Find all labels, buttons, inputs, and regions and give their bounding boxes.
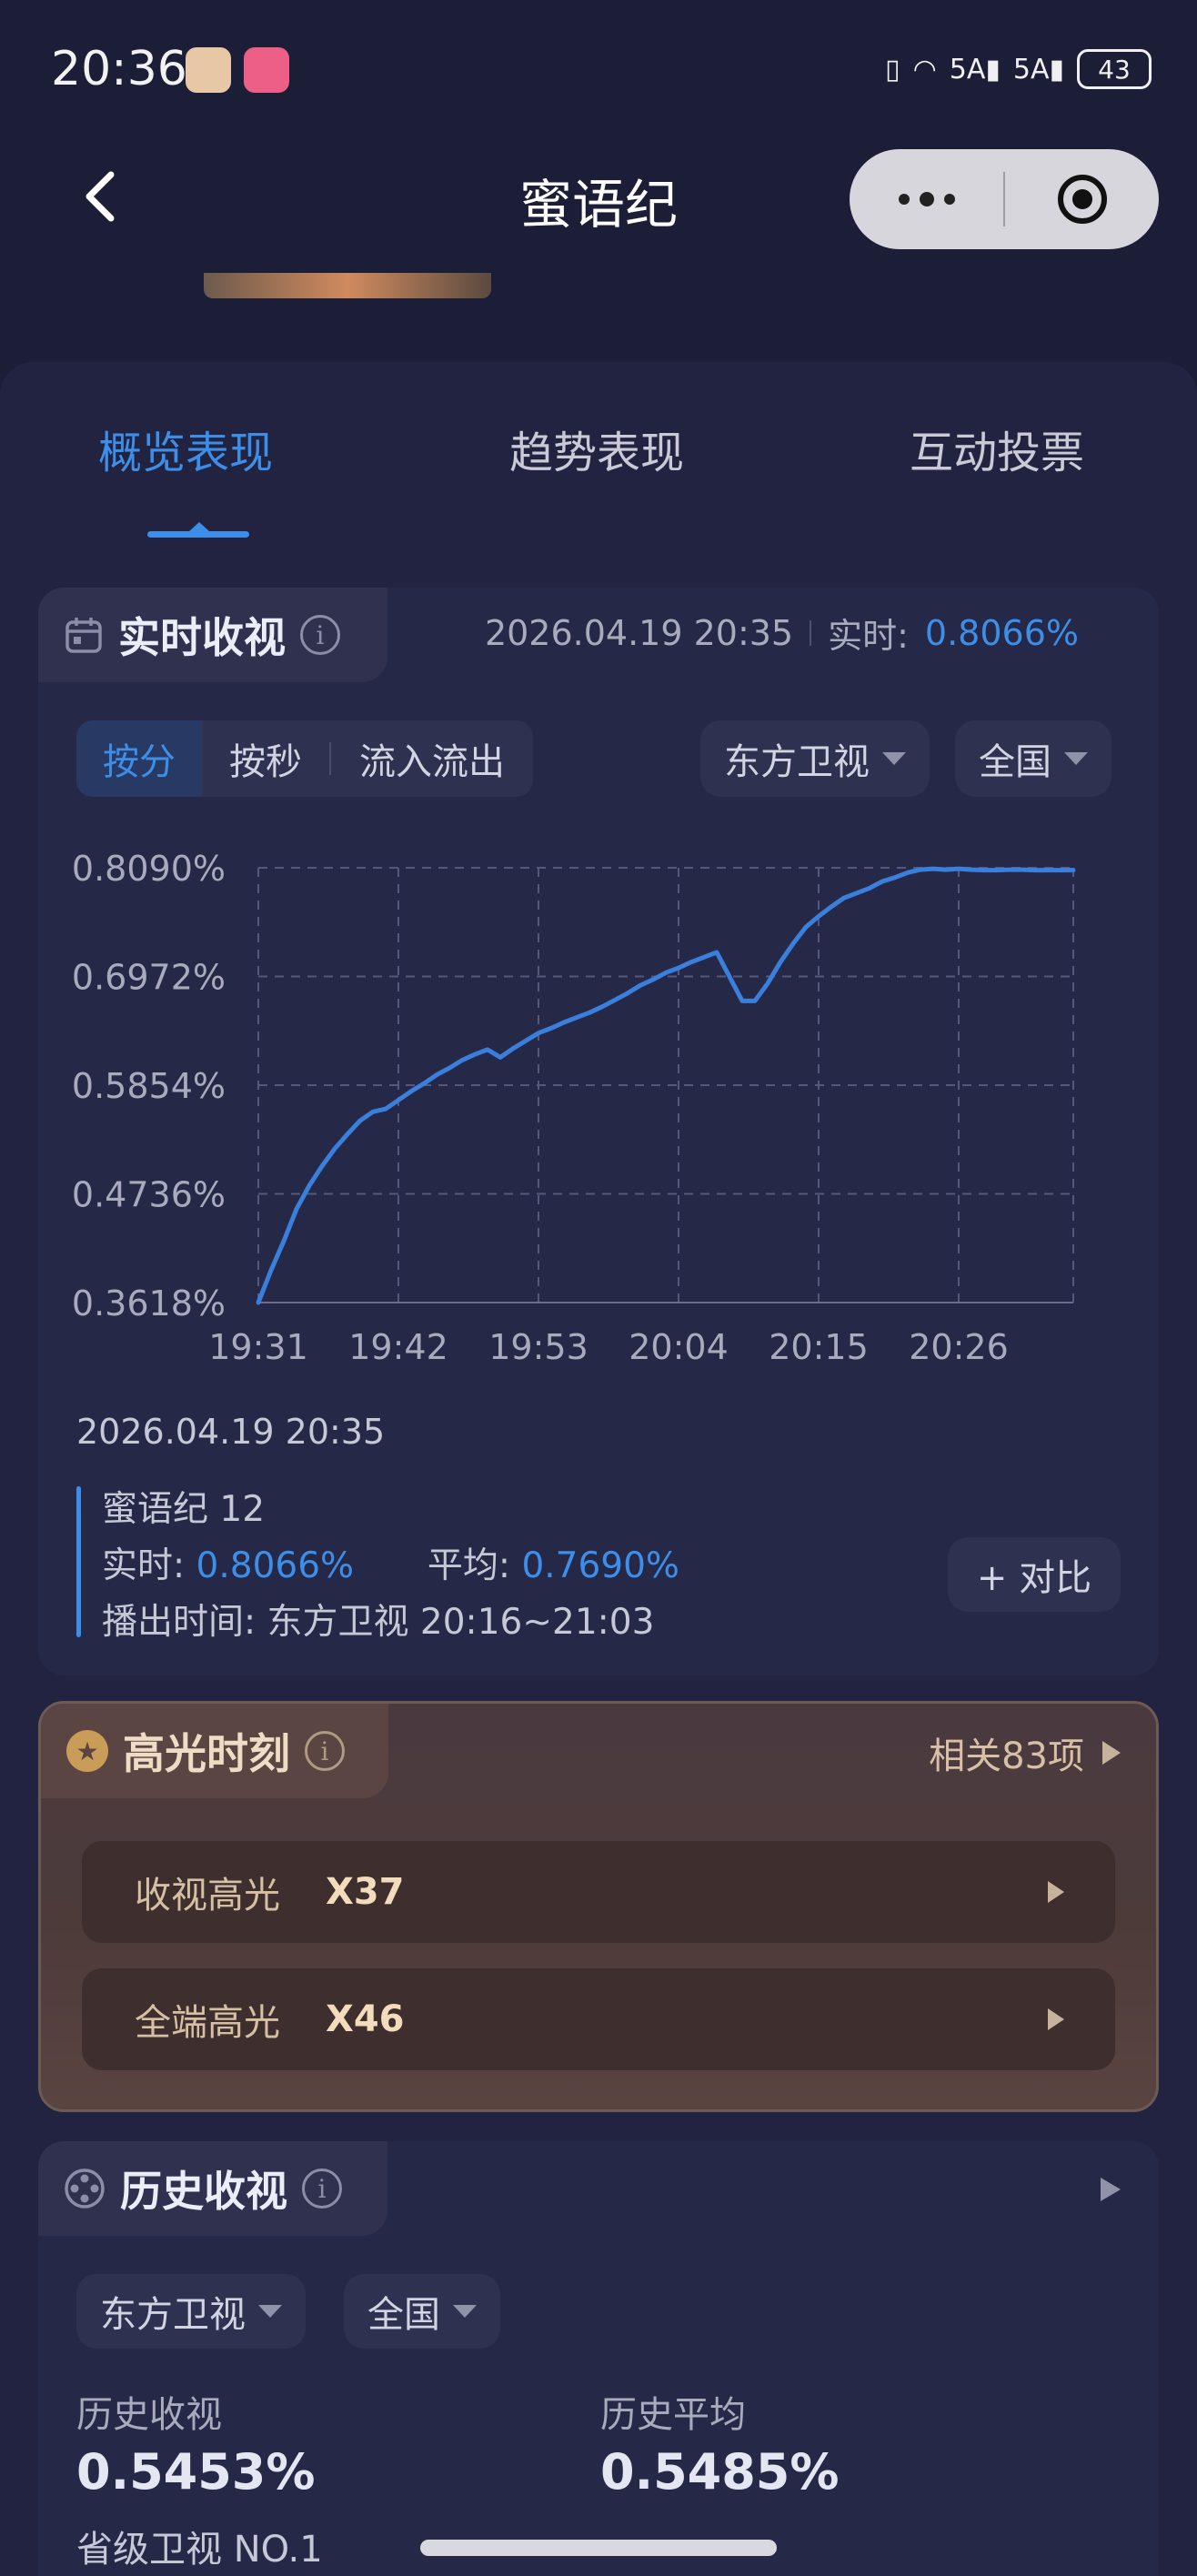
segment-by-minute[interactable]: 按分 — [76, 720, 202, 797]
history-channel-dropdown[interactable]: 东方卫视 — [76, 2274, 306, 2349]
y-tick-label: 0.6972% — [72, 958, 226, 998]
x-tick-label: 20:04 — [629, 1327, 729, 1367]
history-section-header: 历史收视 i — [38, 2141, 387, 2236]
highlight-row-all-platform[interactable]: 全端高光 X46 — [82, 1968, 1115, 2070]
x-tick-label: 19:42 — [348, 1327, 448, 1367]
arrow-right-icon — [1048, 1881, 1064, 1903]
wifi-icon: ◠ — [912, 53, 937, 86]
detail-ratings: 实时: 0.8066% 平均: 0.7690% — [102, 1537, 679, 1588]
y-tick-label: 0.3618% — [72, 1283, 226, 1323]
battery-icon: 43 — [1077, 49, 1152, 89]
tab-active-underline — [147, 531, 249, 538]
arrow-right-icon — [1048, 2008, 1064, 2030]
poster-image — [204, 273, 491, 298]
granularity-segmented-control: 按分 按秒 流入流出 — [76, 720, 533, 797]
caret-down-icon — [882, 752, 906, 765]
more-button[interactable] — [850, 149, 1003, 249]
app-notification-icon — [186, 47, 231, 93]
detail-date: 2026.04.19 20:35 — [76, 1412, 386, 1452]
detail-average-value: 0.7690% — [521, 1545, 679, 1586]
calendar-icon — [65, 618, 102, 653]
caret-down-icon — [453, 2305, 477, 2318]
separator — [810, 619, 812, 646]
compare-button[interactable]: + 对比 — [948, 1537, 1121, 1612]
highlights-related-link[interactable]: 相关83项 — [929, 1726, 1121, 1779]
tab-active-caret — [189, 522, 209, 531]
status-time: 20:36 — [51, 42, 187, 96]
y-tick-label: 0.4736% — [72, 1175, 226, 1215]
history-region-value: 全国 — [367, 2294, 440, 2336]
region-dropdown-value: 全国 — [979, 741, 1051, 783]
history-title: 历史收视 — [120, 2167, 287, 2216]
realtime-rating-label: 实时: — [828, 616, 909, 656]
highlight-row-value: X37 — [326, 1871, 405, 1913]
tab-trend[interactable]: 趋势表现 — [509, 417, 684, 480]
realtime-line-chart[interactable]: 0.8090% 0.6972% 0.5854% 0.4736% 0.3618%19:31… — [55, 837, 1146, 1383]
history-rating-label: 历史收视 — [76, 2394, 222, 2436]
detail-realtime-label: 实时: — [102, 1545, 186, 1586]
detail-airtime: 播出时间: 东方卫视 20:16~21:03 — [102, 1602, 655, 1643]
home-indicator[interactable] — [420, 2540, 777, 2556]
history-channel-value: 东方卫视 — [100, 2294, 246, 2336]
signal-icon-2: 5A▮ — [1012, 53, 1064, 86]
x-tick-label: 19:31 — [208, 1327, 308, 1367]
realtime-section-header: 实时收视 i — [38, 588, 387, 682]
detail-realtime-value: 0.8066% — [196, 1545, 355, 1586]
x-tick-label: 20:15 — [769, 1327, 869, 1367]
film-reel-icon — [65, 2168, 105, 2209]
close-button[interactable] — [1005, 149, 1159, 249]
channel-dropdown[interactable]: 东方卫视 — [700, 720, 930, 797]
app-notification-icon-2 — [244, 47, 289, 93]
x-tick-label: 19:53 — [488, 1327, 588, 1367]
realtime-rating-value: 0.8066% — [924, 612, 1079, 653]
more-icon — [898, 192, 955, 206]
y-tick-label: 0.8090% — [72, 849, 226, 889]
highlight-row-value: X46 — [326, 1998, 405, 2040]
caret-down-icon — [1064, 752, 1088, 765]
signal-icon: 5A▮ — [949, 53, 1001, 86]
region-dropdown[interactable]: 全国 — [955, 720, 1112, 797]
detail-average-label: 平均: — [427, 1545, 511, 1586]
tab-interactive-vote[interactable]: 互动投票 — [910, 417, 1084, 480]
series-color-bar — [76, 1486, 81, 1637]
highlight-row-ratings[interactable]: 收视高光 X37 — [82, 1841, 1115, 1943]
caret-down-icon — [258, 2305, 282, 2318]
target-icon — [1057, 175, 1107, 224]
segment-by-second[interactable]: 按秒 — [202, 720, 329, 797]
highlights-related-label: 相关83项 — [929, 1736, 1084, 1777]
info-icon[interactable]: i — [302, 2168, 342, 2209]
mini-program-capsule — [850, 149, 1159, 249]
star-badge-icon: ★ — [66, 1730, 108, 1772]
history-rank: 省级卫视 NO.1 — [76, 2529, 323, 2571]
detail-program: 蜜语纪 12 — [102, 1489, 266, 1530]
y-tick-label: 0.5854% — [72, 1066, 226, 1106]
highlight-row-label: 收视高光 — [135, 1875, 280, 1917]
realtime-timestamp: 2026.04.19 20:35 — [484, 612, 794, 653]
info-icon[interactable]: i — [300, 615, 340, 655]
highlight-row-label: 全端高光 — [135, 2002, 280, 2044]
x-tick-label: 20:26 — [909, 1327, 1009, 1367]
realtime-title: 实时收视 — [118, 613, 286, 662]
status-icons: ▯ ◠ 5A▮ 5A▮ 43 — [885, 49, 1152, 89]
history-average-value: 0.5485% — [600, 2443, 840, 2501]
history-rating-value: 0.5453% — [76, 2443, 316, 2501]
arrow-right-icon — [1102, 1741, 1121, 1765]
info-icon[interactable]: i — [305, 1731, 345, 1771]
vibrate-icon: ▯ — [885, 53, 900, 86]
tab-overview[interactable]: 概览表现 — [98, 417, 273, 480]
history-region-dropdown[interactable]: 全国 — [344, 2274, 500, 2349]
highlights-section-header: ★ 高光时刻 i — [41, 1704, 388, 1798]
history-average-label: 历史平均 — [600, 2394, 746, 2436]
realtime-summary: 2026.04.19 20:35 实时: 0.8066% — [485, 608, 1079, 658]
channel-dropdown-value: 东方卫视 — [724, 741, 870, 783]
highlights-title: 高光时刻 — [123, 1729, 290, 1778]
segment-flow-in-out[interactable]: 流入流出 — [331, 720, 533, 797]
history-arrow-icon[interactable] — [1101, 2178, 1121, 2201]
